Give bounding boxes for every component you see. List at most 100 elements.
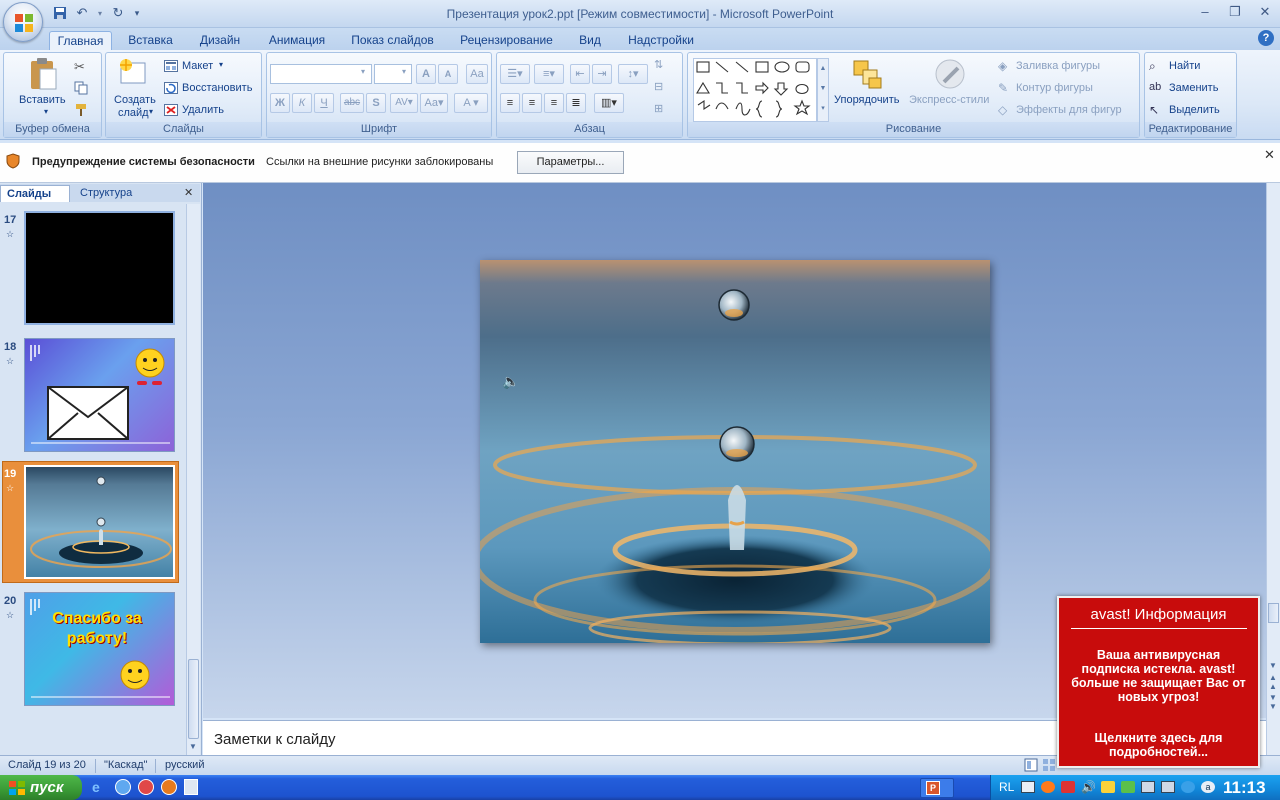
shape-fill-button[interactable]: Заливка фигуры <box>1016 60 1100 72</box>
delete-button[interactable]: Удалить <box>182 104 224 116</box>
bold-icon[interactable]: Ж <box>270 93 290 113</box>
quick-styles-button[interactable]: Экспресс-стили <box>909 94 989 106</box>
slide-scrollbar-thumb[interactable] <box>1268 603 1279 623</box>
shrink-font-icon[interactable]: A <box>438 64 458 84</box>
quick-styles-icon[interactable] <box>934 58 968 92</box>
normal-view-icon[interactable] <box>1024 758 1038 772</box>
notes-placeholder[interactable]: Заметки к слайду <box>214 731 336 748</box>
new-slide-button[interactable]: Создать <box>114 94 156 106</box>
new-slide-icon[interactable] <box>118 57 148 87</box>
volume-icon[interactable]: 🔊 <box>1081 780 1096 794</box>
taskbar-powerpoint-button[interactable]: P <box>920 778 954 798</box>
slide-scrollbar[interactable]: ▼ ▲ ▲ ▼ ▼ <box>1266 183 1280 755</box>
avast-notification[interactable]: avast! Информация Ваша антивирусная подп… <box>1057 596 1260 768</box>
layout-dropdown-icon[interactable]: ▾ <box>219 60 223 69</box>
scroll-down-icon[interactable]: ▼ <box>1269 661 1277 670</box>
find-button[interactable]: Найти <box>1169 60 1200 72</box>
close-security-bar-icon[interactable]: ✕ <box>1264 147 1275 163</box>
tray-green-icon[interactable] <box>1121 781 1135 793</box>
numbering-icon[interactable]: ≡▾ <box>534 64 564 84</box>
tray-warning-icon[interactable] <box>1101 781 1115 793</box>
tray-a-icon[interactable]: a <box>1201 781 1215 793</box>
slides-pane-scrollbar[interactable]: ▼ <box>186 204 200 755</box>
sorter-view-icon[interactable] <box>1042 758 1056 772</box>
scroll-down-icon[interactable]: ▼ <box>189 742 197 751</box>
quicklaunch-app-icon[interactable] <box>138 779 154 795</box>
close-icon[interactable]: ✕ <box>1256 4 1274 20</box>
tray-monitor2-icon[interactable] <box>1161 781 1175 793</box>
office-button[interactable] <box>3 2 43 42</box>
help-icon[interactable]: ? <box>1258 30 1274 46</box>
shapes-gallery[interactable] <box>693 58 817 122</box>
underline-icon[interactable]: Ч <box>314 93 334 113</box>
shadow-icon[interactable]: S <box>366 93 386 113</box>
shapes-scroll-icon[interactable]: ▲ ▼ ▾ <box>817 58 829 122</box>
align-center-icon[interactable]: ≡ <box>522 93 542 113</box>
strikethrough-icon[interactable]: abc <box>340 93 364 113</box>
tray-network-icon[interactable] <box>1021 781 1035 793</box>
theme-name[interactable]: "Каскад" <box>104 759 147 771</box>
decrease-indent-icon[interactable]: ⇤ <box>570 64 590 84</box>
sound-icon[interactable]: 🔈 <box>502 373 519 390</box>
tray-avast-icon[interactable] <box>1041 781 1055 793</box>
paste-button[interactable]: Вставить <box>19 94 66 106</box>
increase-indent-icon[interactable]: ⇥ <box>592 64 612 84</box>
copy-icon[interactable] <box>74 81 88 95</box>
shape-effects-button[interactable]: Эффекты для фигур <box>1016 104 1122 116</box>
new-slide-label-2[interactable]: слайд <box>118 107 149 119</box>
tab-animation[interactable]: Анимация <box>262 31 332 50</box>
tab-review[interactable]: Рецензирование <box>453 31 560 50</box>
change-case-icon[interactable]: Aa▾ <box>420 93 448 113</box>
font-name-input[interactable] <box>270 64 372 84</box>
quicklaunch-globe-icon[interactable] <box>115 779 131 795</box>
slide-thumbnail-17[interactable] <box>24 211 175 325</box>
arrange-button[interactable]: Упорядочить <box>834 94 899 106</box>
arrange-icon[interactable] <box>851 58 885 92</box>
tray-globe-icon[interactable] <box>1181 781 1195 793</box>
next-slide-icon[interactable]: ▼ ▼ <box>1269 693 1277 711</box>
tab-addins[interactable]: Надстройки <box>621 31 701 50</box>
ie-icon[interactable]: e <box>92 779 106 795</box>
shape-outline-button[interactable]: Контур фигуры <box>1016 82 1093 94</box>
align-text-icon[interactable]: ⊟ <box>654 80 663 93</box>
bullets-icon[interactable]: ☰▾ <box>500 64 530 84</box>
quicklaunch-doc-icon[interactable] <box>184 779 198 795</box>
language-indicator[interactable]: русский <box>165 759 204 771</box>
firefox-icon[interactable] <box>161 779 177 795</box>
tab-home[interactable]: Главная <box>49 31 112 50</box>
scrollbar-thumb[interactable] <box>188 659 199 739</box>
align-left-icon[interactable]: ≡ <box>500 93 520 113</box>
replace-button[interactable]: Заменить <box>1169 82 1218 94</box>
columns-icon[interactable]: ▥▾ <box>594 93 624 113</box>
prev-slide-icon[interactable]: ▲ ▲ <box>1269 673 1277 691</box>
tab-insert[interactable]: Вставка <box>123 31 178 50</box>
select-button[interactable]: Выделить <box>1169 104 1220 116</box>
tab-slideshow[interactable]: Показ слайдов <box>346 31 439 50</box>
reset-button[interactable]: Восстановить <box>182 82 252 94</box>
maximize-icon[interactable]: ❐ <box>1226 4 1244 20</box>
options-button[interactable]: Параметры... <box>517 151 624 174</box>
font-name-dropdown-icon[interactable]: ▾ <box>361 67 365 76</box>
smartart-icon[interactable]: ⊞ <box>654 102 663 115</box>
font-size-input[interactable] <box>374 64 412 84</box>
clear-format-icon[interactable]: Aa <box>466 64 488 84</box>
tab-slides[interactable]: Слайды <box>0 185 70 202</box>
italic-icon[interactable]: К <box>292 93 312 113</box>
paste-dropdown-icon[interactable]: ▾ <box>44 107 48 116</box>
format-painter-icon[interactable] <box>74 103 88 117</box>
tab-outline[interactable]: Структура <box>72 185 144 202</box>
text-direction-icon[interactable]: ⇅ <box>654 58 663 71</box>
font-size-dropdown-icon[interactable]: ▾ <box>402 67 406 76</box>
tab-design[interactable]: Дизайн <box>192 31 248 50</box>
start-button[interactable]: пуск <box>0 775 82 800</box>
tab-view[interactable]: Вид <box>573 31 607 50</box>
align-right-icon[interactable]: ≡ <box>544 93 564 113</box>
language-indicator-tray[interactable]: RL <box>999 780 1014 794</box>
slide-thumbnail-20[interactable]: Спасибо за работу! <box>24 592 175 706</box>
close-pane-icon[interactable]: ✕ <box>184 185 196 202</box>
new-slide-dropdown-icon[interactable]: ▾ <box>149 107 153 116</box>
slide-thumbnail-19[interactable] <box>24 465 175 579</box>
current-slide[interactable]: 🔈 <box>480 260 990 643</box>
avast-details-link[interactable]: Щелкните здесь для подробностей... <box>1067 731 1250 759</box>
justify-icon[interactable]: ≣ <box>566 93 586 113</box>
